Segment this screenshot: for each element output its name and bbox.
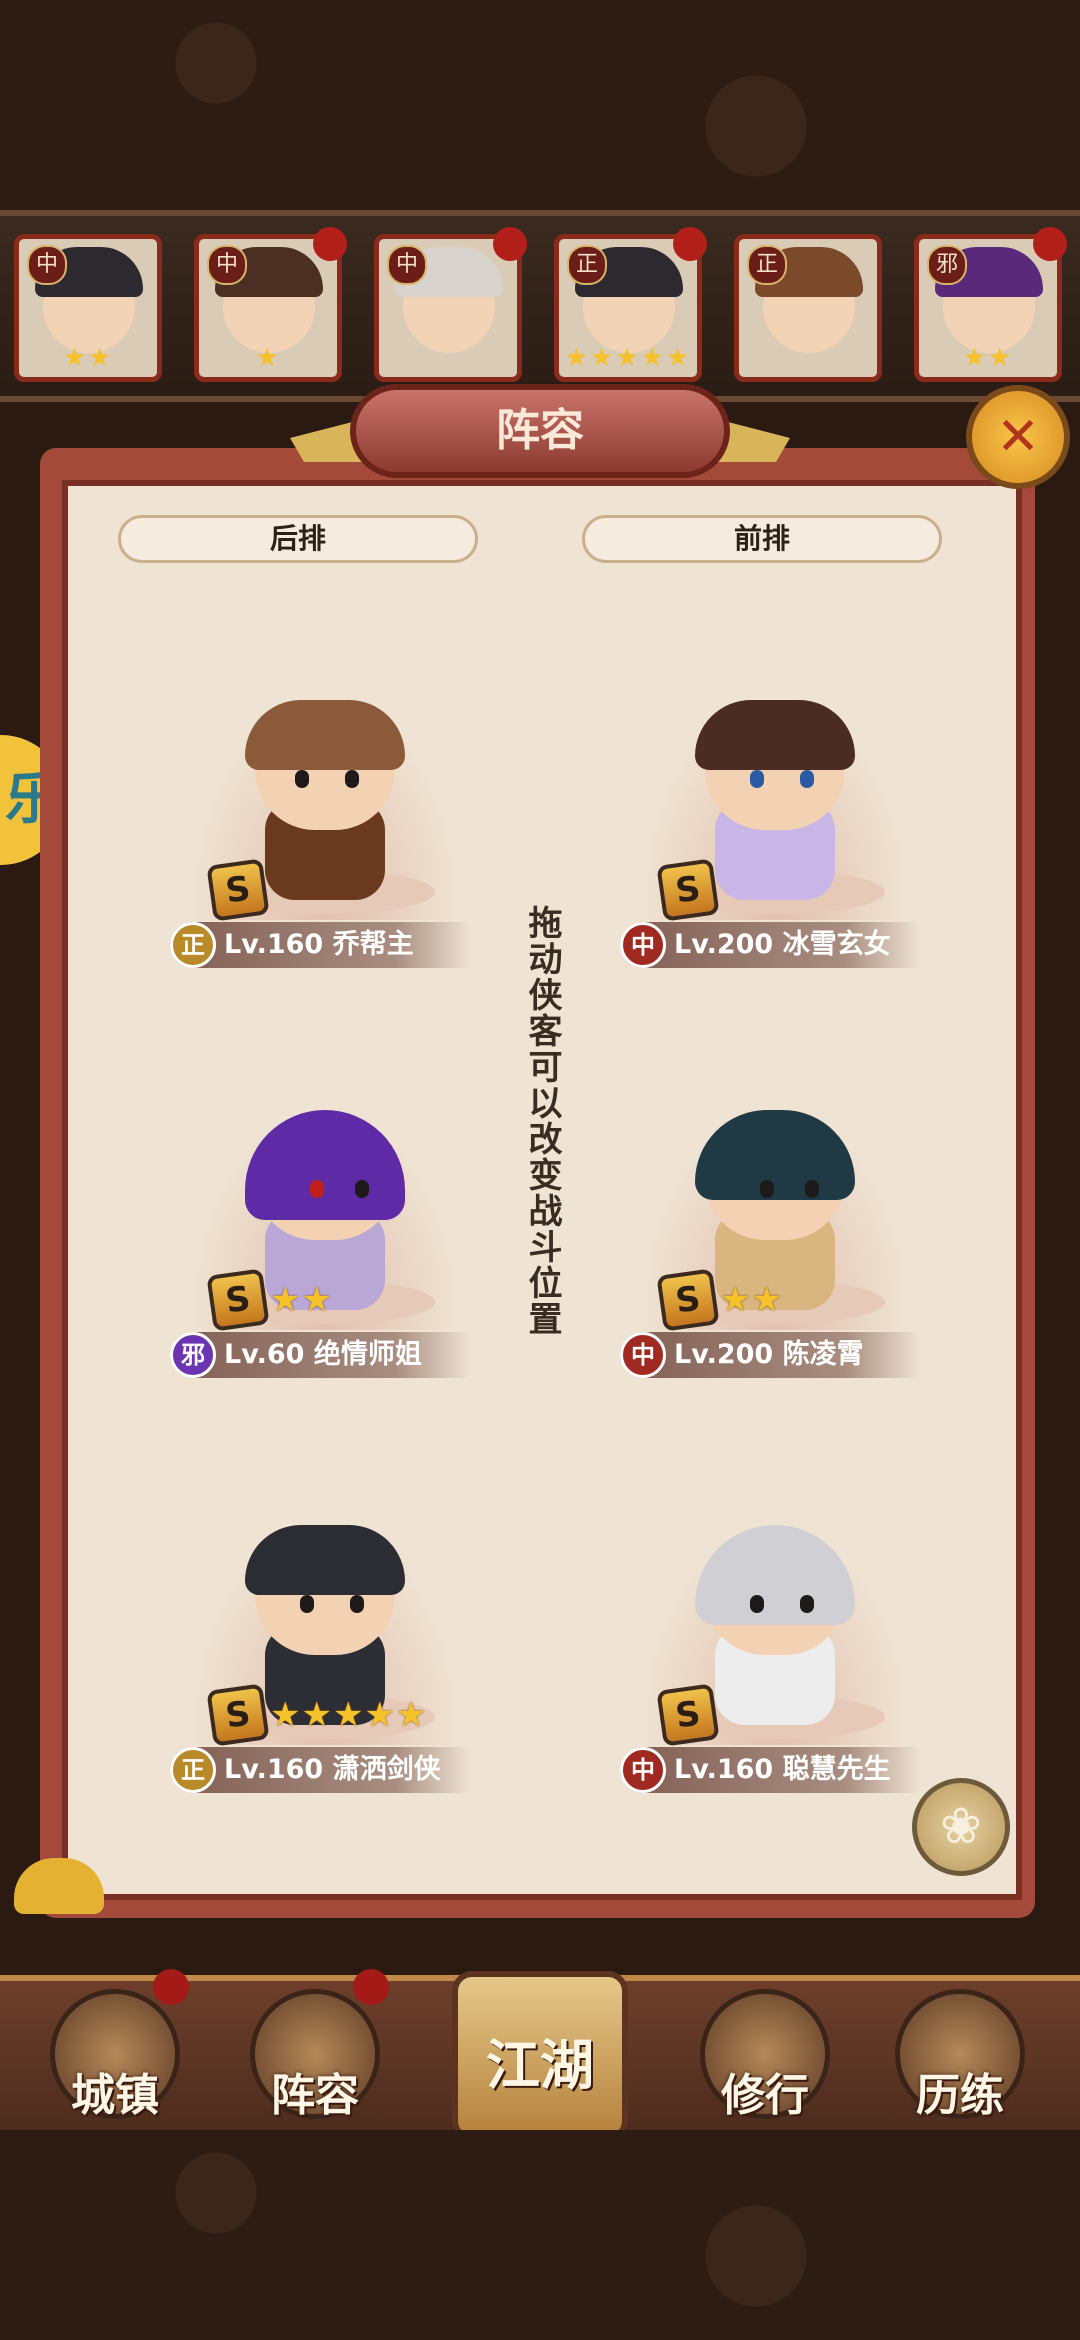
nav-label: 城镇 [71,2070,159,2121]
front-row-slot-2[interactable]: S ★★ 中 Lv.200 陈凌霄 [620,1100,930,1378]
faction-badge: 中 [387,245,427,285]
hero-eye [300,1595,314,1613]
formation-button[interactable]: ❀ [912,1778,1010,1876]
hero-hair [245,1525,405,1595]
nav-label: 阵容 [271,2070,359,2121]
hero-eye [750,770,764,788]
hero-level-name: Lv.160 潇洒剑侠 [224,1754,441,1785]
faction-badge: 中 [27,245,67,285]
nav-lineup[interactable]: 阵容 [245,1969,389,2139]
hero-eye [800,770,814,788]
hero-thumb[interactable]: 中 [374,227,527,382]
grade-badge: S [656,1683,720,1747]
notification-dot [1033,227,1067,261]
nav-train[interactable]: 历练 [890,1989,1030,2139]
nav-jianghu[interactable]: 江湖 [452,1971,628,2141]
hero-level-name: Lv.160 聪慧先生 [674,1754,891,1785]
star-rating: ★ [255,343,281,373]
hero-label: 正 Lv.160 乔帮主 [170,922,470,968]
hero-strip: 中 ★★ 中 ★ 中 正 ★★★★★ 正 邪 ★★ [0,210,1080,402]
star-rating: ★★ [962,343,1014,373]
hero-thumb[interactable]: 中 ★★ [14,234,162,382]
hero-eye [310,1180,324,1198]
nav-label: 历练 [916,2070,1004,2121]
hero-eye [345,770,359,788]
close-icon: ✕ [996,407,1040,467]
hero-eye [760,1180,774,1198]
hero-thumb[interactable]: 正 ★★★★★ [554,227,707,382]
faction-badge: 中 [207,245,247,285]
star-rating: ★★★★★ [564,343,692,373]
faction-badge: 正 [170,922,216,968]
back-row-slot-1[interactable]: S 正 Lv.160 乔帮主 [170,690,480,968]
nav-cultivate[interactable]: 修行 [695,1989,835,2139]
notification-dot [673,227,707,261]
hero-hair [695,700,855,770]
nav-label: 修行 [721,2070,809,2121]
hero-hair [245,700,405,770]
star-rating: ★★ [720,1280,783,1320]
front-row-header: 前排 [582,515,942,563]
hero-label: 正 Lv.160 潇洒剑侠 [170,1747,470,1793]
hero-eye [750,1595,764,1613]
notification-dot [313,227,347,261]
nav-label: 江湖 [486,2034,594,2097]
star-rating: ★★ [270,1280,333,1320]
faction-badge: 邪 [927,245,967,285]
panel-title: 阵容 [496,405,584,456]
grade-badge: S [656,1268,720,1332]
hero-label: 中 Lv.160 聪慧先生 [620,1747,920,1793]
notification-dot [493,227,527,261]
star-rating: ★★ [62,343,114,373]
star-rating: ★★★★★ [270,1695,428,1735]
hero-level-name: Lv.60 绝情师姐 [224,1339,422,1370]
hero-eye [295,770,309,788]
hero-label: 中 Lv.200 陈凌霄 [620,1332,920,1378]
background-bottom [0,2130,1080,2340]
back-row-slot-2[interactable]: S ★★ 邪 Lv.60 绝情师姐 [170,1100,480,1378]
hero-eye [350,1595,364,1613]
faction-badge: 正 [747,245,787,285]
hero-level-name: Lv.200 冰雪玄女 [674,929,891,960]
drag-hint: 拖动侠客可以改变战斗位置 [522,905,562,1337]
grade-badge: S [656,858,720,922]
front-row-slot-1[interactable]: S 中 Lv.200 冰雪玄女 [620,690,930,968]
faction-badge: 中 [620,1747,666,1793]
faction-badge: 中 [620,922,666,968]
background-top [0,0,1080,210]
hero-eye [355,1180,369,1198]
grade-badge: S [206,1268,270,1332]
hero-label: 邪 Lv.60 绝情师姐 [170,1332,470,1378]
flower-icon: ❀ [940,1797,982,1855]
front-row-slot-3[interactable]: S 中 Lv.160 聪慧先生 [620,1515,930,1793]
nav-town[interactable]: 城镇 [45,1969,189,2139]
hero-thumb[interactable]: 正 [734,234,882,382]
faction-badge: 邪 [170,1332,216,1378]
faction-badge: 正 [170,1747,216,1793]
notification-dot [353,1969,389,2005]
hero-thumb[interactable]: 邪 ★★ [914,227,1067,382]
faction-badge: 中 [620,1332,666,1378]
hero-level-name: Lv.160 乔帮主 [224,929,414,960]
hero-level-name: Lv.200 陈凌霄 [674,1339,864,1370]
grade-badge: S [206,858,270,922]
faction-badge: 正 [567,245,607,285]
hero-eye [800,1595,814,1613]
close-button[interactable]: ✕ [966,385,1070,489]
back-row-slot-3[interactable]: S ★★★★★ 正 Lv.160 潇洒剑侠 [170,1515,480,1793]
grade-badge: S [206,1683,270,1747]
hero-thumb[interactable]: 中 ★ [194,227,347,382]
back-row-header: 后排 [118,515,478,563]
hero-label: 中 Lv.200 冰雪玄女 [620,922,920,968]
bottom-nav: 城镇 阵容 江湖 修行 历练 [0,1969,1080,2146]
notification-dot [153,1969,189,2005]
hero-eye [805,1180,819,1198]
